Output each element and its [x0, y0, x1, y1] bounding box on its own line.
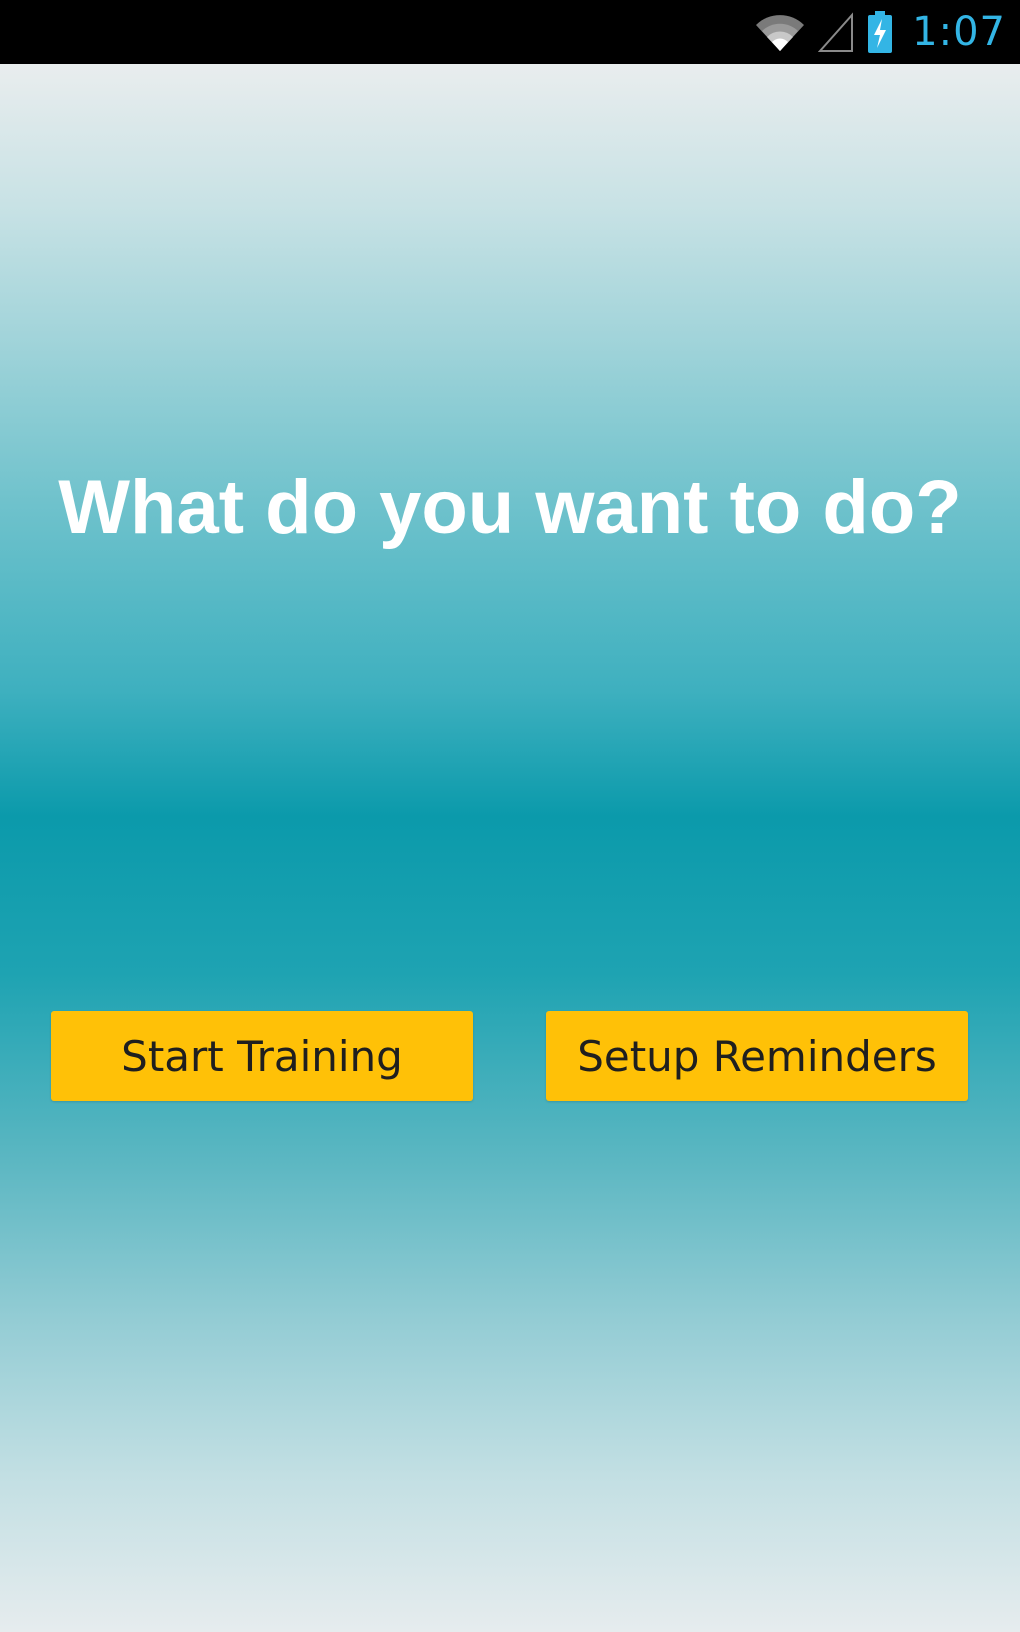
- status-icons: 1:07: [754, 0, 1006, 64]
- main-content: What do you want to do? Start Training S…: [0, 64, 1020, 1632]
- status-bar: 1:07: [0, 0, 1020, 64]
- cell-signal-icon: [818, 11, 854, 53]
- app-screen: 1:07 What do you want to do? Start Train…: [0, 0, 1020, 1632]
- wifi-icon: [754, 11, 806, 53]
- start-training-button[interactable]: Start Training: [51, 1011, 473, 1101]
- setup-reminders-button[interactable]: Setup Reminders: [546, 1011, 968, 1101]
- page-title: What do you want to do?: [58, 465, 962, 550]
- status-clock: 1:07: [912, 9, 1006, 55]
- battery-charging-icon: [866, 10, 894, 54]
